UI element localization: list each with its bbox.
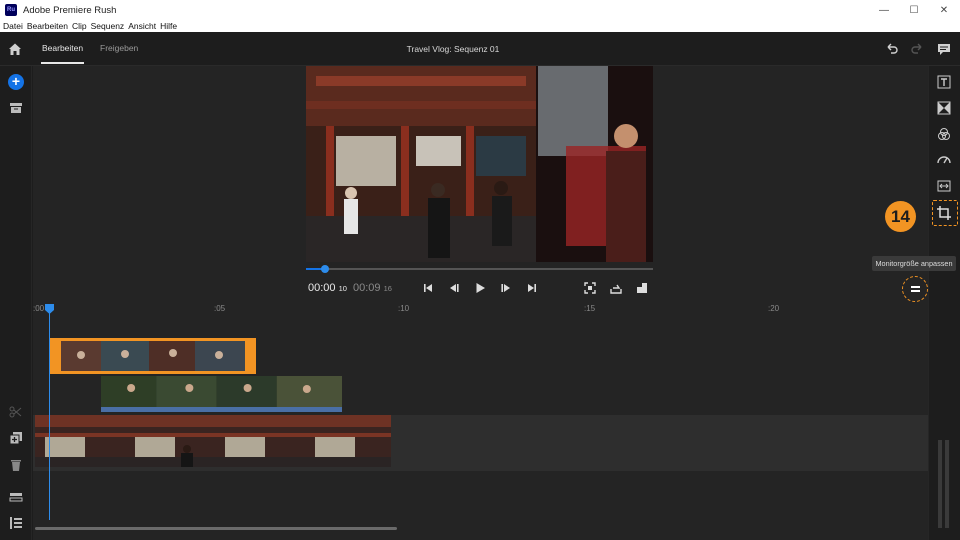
menu-datei[interactable]: Datei	[3, 21, 23, 31]
current-time: 00:00	[308, 282, 336, 294]
duplicate-icon[interactable]	[9, 431, 23, 445]
close-button[interactable]: ✕	[928, 0, 960, 20]
add-media-button[interactable]: +	[8, 74, 24, 90]
timeline-horizontal-scrollbar[interactable]	[35, 527, 397, 530]
selected-video-clip[interactable]	[50, 338, 256, 374]
maximize-button[interactable]: ☐	[898, 0, 930, 20]
premiere-rush-app-icon: Ru	[5, 4, 17, 16]
current-timecode: 00:00 10	[308, 282, 347, 294]
menu-bearbeiten[interactable]: Bearbeiten	[27, 21, 68, 31]
ruler-label-20: :20	[768, 304, 780, 313]
go-to-start-icon[interactable]	[421, 281, 435, 295]
track-controls-icon[interactable]	[9, 490, 23, 504]
play-icon[interactable]	[473, 281, 487, 295]
color-icon[interactable]	[936, 126, 952, 142]
ruler-label-10: :10	[398, 304, 410, 313]
main-video-clip[interactable]	[35, 415, 391, 467]
transitions-icon[interactable]	[936, 100, 952, 116]
chat-feedback-icon[interactable]	[936, 41, 952, 57]
ruler-label-5: :05	[214, 304, 226, 313]
preview-scrub-track[interactable]	[306, 268, 653, 270]
active-tab-indicator	[41, 62, 84, 64]
step-back-icon[interactable]	[447, 281, 461, 295]
duration-time: 00:09	[353, 282, 381, 294]
tutorial-step-badge: 14	[885, 201, 916, 232]
menu-bar: Datei Bearbeiten Clip Sequenz Ansicht Hi…	[0, 20, 960, 32]
duration-frames: 16	[383, 284, 392, 293]
duration-timecode: 00:09 16	[353, 282, 392, 294]
aspect-ratio-icon[interactable]	[635, 281, 649, 295]
equals-icon	[911, 286, 920, 292]
split-scissors-icon[interactable]	[9, 405, 23, 419]
ruler-label-0: :00	[33, 304, 45, 313]
program-monitor-preview[interactable]	[306, 66, 653, 262]
go-to-end-icon[interactable]	[525, 281, 539, 295]
ruler-label-15: :15	[584, 304, 596, 313]
app-header: Bearbeiten Freigeben Travel Vlog: Sequen…	[0, 32, 960, 66]
timeline-list-icon[interactable]	[9, 516, 23, 530]
sequence-title: Travel Vlog: Sequenz 01	[406, 44, 500, 54]
speed-icon[interactable]	[936, 152, 952, 168]
step-forward-icon[interactable]	[499, 281, 513, 295]
audio-meter-right	[945, 440, 949, 528]
audio-icon[interactable]	[936, 178, 952, 194]
share-export-icon[interactable]	[609, 281, 623, 295]
overlay-video-clip[interactable]	[101, 376, 342, 412]
menu-clip[interactable]: Clip	[72, 21, 87, 31]
menu-hilfe[interactable]: Hilfe	[160, 21, 177, 31]
tab-freigeben[interactable]: Freigeben	[100, 43, 138, 53]
fullscreen-icon[interactable]	[583, 281, 597, 295]
window-title: Adobe Premiere Rush	[23, 4, 117, 16]
menu-ansicht[interactable]: Ansicht	[128, 21, 156, 31]
menu-sequenz[interactable]: Sequenz	[91, 21, 125, 31]
crop-highlight-marker	[932, 200, 958, 226]
timeline-playhead-line	[49, 312, 50, 520]
delete-trash-icon[interactable]	[9, 458, 23, 472]
timeline-ruler[interactable]	[33, 302, 928, 316]
preview-scrub-handle[interactable]	[321, 265, 329, 273]
fit-monitor-tooltip: Monitorgröße anpassen	[872, 256, 956, 271]
home-icon[interactable]	[6, 40, 24, 58]
undo-icon[interactable]	[884, 41, 900, 57]
tab-bearbeiten[interactable]: Bearbeiten	[42, 43, 83, 53]
fit-monitor-button[interactable]	[902, 276, 928, 302]
project-assets-icon[interactable]	[9, 101, 23, 115]
titles-icon[interactable]	[936, 74, 952, 90]
audio-meter-left	[938, 440, 942, 528]
redo-icon[interactable]	[909, 41, 925, 57]
minimize-button[interactable]: —	[868, 0, 900, 20]
current-frames: 10	[338, 284, 347, 293]
window-title-bar: Ru Adobe Premiere Rush	[0, 0, 960, 20]
